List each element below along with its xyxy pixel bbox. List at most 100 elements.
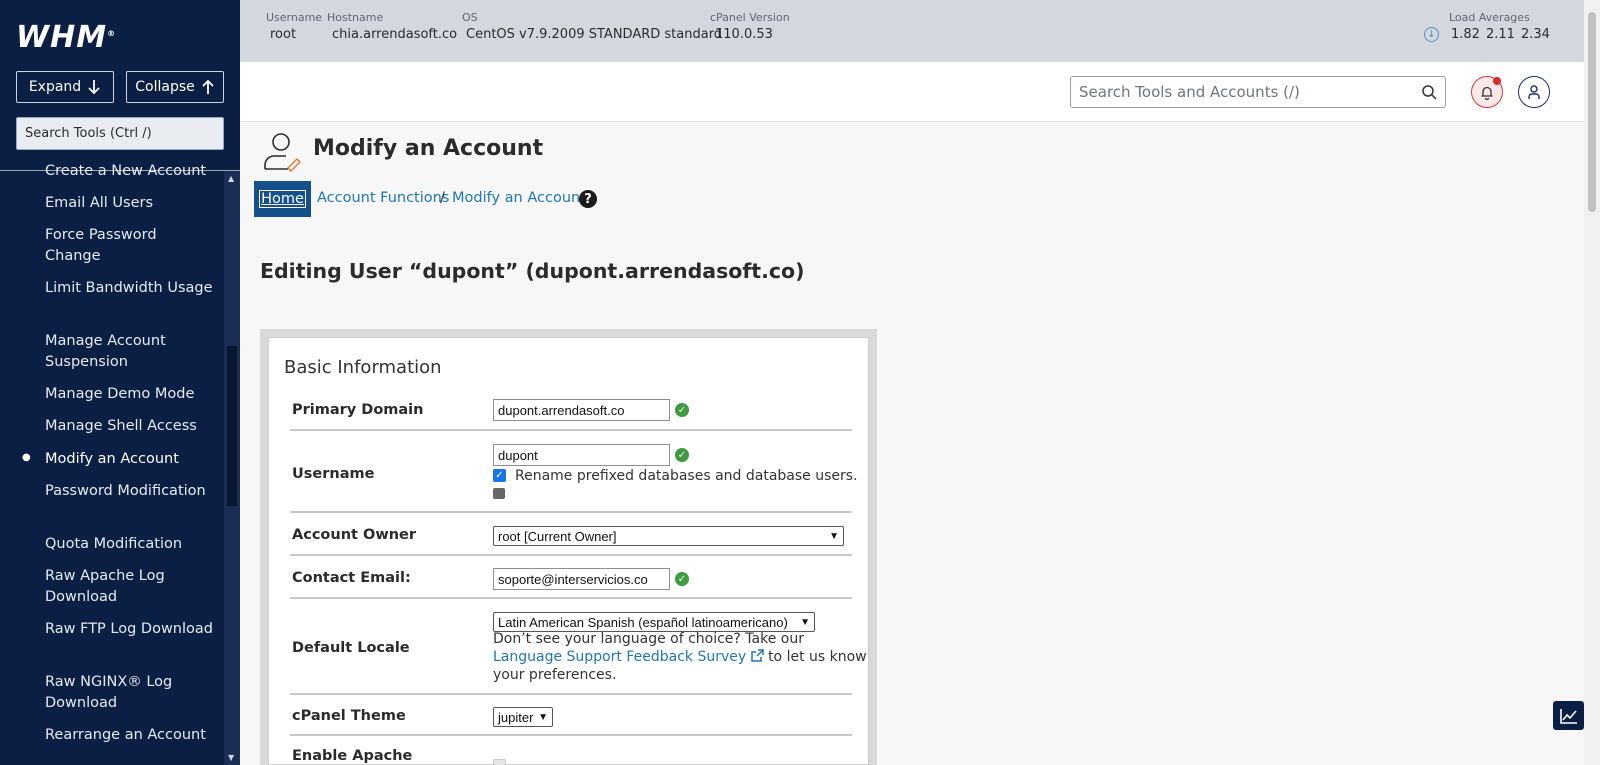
username-label: Username bbox=[292, 466, 375, 482]
sidebar-item-email-all-users[interactable]: Email All Users bbox=[45, 193, 215, 214]
username-value: root bbox=[270, 27, 297, 42]
sidebar-scrollbar[interactable]: ▲ ▼ bbox=[224, 171, 240, 765]
locale-note-line-1: Don’t see your language of choice? Take … bbox=[493, 631, 804, 647]
sidebar-item-raw-apache-log[interactable]: Raw Apache Log Download bbox=[45, 566, 215, 608]
locale-note-line-2: Language Support Feedback Survey to let … bbox=[493, 649, 867, 665]
sidebar-scroll-thumb[interactable] bbox=[227, 346, 237, 506]
page-scrollbar[interactable] bbox=[1584, 0, 1600, 765]
sidebar-item-rearrange-account[interactable]: Rearrange an Account bbox=[45, 725, 215, 746]
chevron-down-icon: ▼ bbox=[829, 530, 839, 542]
load-average-5: 2.11 bbox=[1486, 27, 1515, 42]
primary-domain-label: Primary Domain bbox=[292, 402, 424, 418]
default-locale-select[interactable]: Latin American Spanish (español latinoam… bbox=[493, 612, 815, 632]
row-divider bbox=[290, 734, 852, 736]
sidebar: WHM® Expand Collapse Search Tools (Ctrl … bbox=[0, 0, 240, 765]
contact-email-label: Contact Email: bbox=[292, 570, 411, 586]
username-input[interactable]: dupont bbox=[493, 444, 670, 466]
sidebar-item-raw-ftp-log[interactable]: Raw FTP Log Download bbox=[45, 619, 215, 640]
default-locale-selected: Latin American Spanish (español latinoam… bbox=[498, 614, 788, 630]
modify-account-icon bbox=[264, 133, 301, 172]
valid-check-icon: ✓ bbox=[675, 572, 689, 586]
search-icon[interactable] bbox=[1421, 84, 1437, 100]
locale-note-line-3: your preferences. bbox=[493, 667, 617, 683]
sidebar-item-manage-demo-mode[interactable]: Manage Demo Mode bbox=[45, 384, 215, 405]
os-value: CentOS v7.9.2009 STANDARD standard bbox=[466, 27, 723, 42]
load-averages-label: Load Averages bbox=[1449, 11, 1530, 24]
user-icon bbox=[1528, 85, 1540, 99]
row-divider bbox=[290, 597, 852, 599]
sidebar-item-raw-nginx-log[interactable]: Raw NGINX® Log Download bbox=[45, 672, 215, 714]
load-average-15: 2.34 bbox=[1521, 27, 1550, 42]
whm-logo[interactable]: WHM® bbox=[16, 20, 116, 55]
scroll-up-icon[interactable]: ▲ bbox=[228, 174, 234, 183]
valid-check-icon: ✓ bbox=[675, 403, 689, 417]
expand-button[interactable]: Expand bbox=[16, 71, 114, 103]
account-owner-select[interactable]: root [Current Owner] ▼ bbox=[493, 526, 844, 546]
os-label: OS bbox=[462, 11, 478, 24]
cpanel-version-value: 110.0.53 bbox=[715, 27, 773, 42]
language-survey-link[interactable]: Language Support Feedback Survey bbox=[493, 649, 746, 665]
global-search-input[interactable]: Search Tools and Accounts (/) bbox=[1070, 76, 1446, 108]
sidebar-item-limit-bandwidth[interactable]: Limit Bandwidth Usage bbox=[45, 278, 215, 299]
help-icon[interactable]: ? bbox=[579, 190, 597, 208]
breadcrumb-current[interactable]: Modify an Account bbox=[452, 190, 586, 206]
page-scroll-thumb[interactable] bbox=[1588, 12, 1596, 212]
notification-badge bbox=[1493, 77, 1501, 85]
sidebar-item-quota-modification[interactable]: Quota Modification bbox=[45, 534, 215, 555]
breadcrumb-home-link[interactable]: Home bbox=[254, 181, 311, 217]
breadcrumb-account-functions-link[interactable]: Account Functions bbox=[317, 190, 449, 206]
tag-icon[interactable] bbox=[493, 488, 505, 499]
row-divider bbox=[290, 429, 852, 431]
chart-line-icon bbox=[1559, 708, 1577, 724]
row-divider bbox=[290, 693, 852, 695]
account-owner-selected: root [Current Owner] bbox=[498, 528, 617, 544]
notifications-button[interactable] bbox=[1471, 76, 1503, 108]
sidebar-item-modify-account[interactable]: Modify an Account bbox=[45, 449, 215, 470]
cpanel-theme-label: cPanel Theme bbox=[292, 708, 406, 724]
scroll-down-icon[interactable]: ▼ bbox=[228, 753, 234, 762]
cpanel-theme-select[interactable]: jupiter ▼ bbox=[493, 707, 553, 727]
server-status-bar: Username root Hostname chia.arrendasoft.… bbox=[240, 0, 1584, 62]
collapse-label: Collapse bbox=[135, 79, 195, 95]
bell-icon bbox=[1481, 86, 1493, 100]
chevron-down-icon: ▼ bbox=[800, 616, 810, 628]
valid-check-icon: ✓ bbox=[675, 448, 689, 462]
sidebar-divider bbox=[0, 170, 240, 171]
sidebar-nav-list: Create a New Account Email All Users For… bbox=[0, 160, 224, 765]
stats-graph-button[interactable] bbox=[1553, 701, 1584, 730]
external-link-icon[interactable] bbox=[750, 649, 764, 662]
row-divider bbox=[290, 511, 852, 513]
breadcrumb-separator: / bbox=[440, 190, 445, 206]
sidebar-item-manage-suspension[interactable]: Manage Account Suspension bbox=[45, 331, 215, 373]
collapse-button[interactable]: Collapse bbox=[126, 71, 224, 103]
arrow-down-icon bbox=[88, 80, 100, 95]
sidebar-item-password-modification[interactable]: Password Modification bbox=[45, 481, 215, 502]
page-title: Modify an Account bbox=[313, 136, 544, 161]
enable-apache-label: Enable Apache bbox=[292, 748, 413, 764]
sidebar-item-manage-shell-access[interactable]: Manage Shell Access bbox=[45, 416, 215, 437]
sidebar-item-create-account[interactable]: Create a New Account bbox=[45, 161, 215, 182]
rename-databases-label: Rename prefixed databases and database u… bbox=[515, 468, 858, 484]
primary-domain-input[interactable]: dupont.arrendasoft.co bbox=[493, 399, 670, 421]
sidebar-search-input[interactable]: Search Tools (Ctrl /) bbox=[16, 117, 224, 150]
rename-databases-checkbox[interactable]: ✓ bbox=[493, 469, 506, 482]
cpanel-theme-selected: jupiter bbox=[498, 709, 534, 725]
arrow-up-icon bbox=[202, 79, 214, 94]
chevron-down-icon: ▼ bbox=[538, 711, 548, 723]
username-label: Username bbox=[266, 11, 323, 24]
page-header: Search Tools and Accounts (/) bbox=[240, 62, 1584, 122]
account-owner-label: Account Owner bbox=[292, 527, 417, 543]
load-average-1: 1.82 bbox=[1451, 27, 1480, 42]
enable-apache-checkbox[interactable] bbox=[493, 759, 506, 765]
default-locale-label: Default Locale bbox=[292, 640, 410, 656]
cpanel-version-label: cPanel Version bbox=[710, 11, 790, 24]
editing-user-heading: Editing User “dupont” (dupont.arrendasof… bbox=[260, 259, 805, 283]
user-menu-button[interactable] bbox=[1518, 76, 1550, 108]
expand-label: Expand bbox=[28, 79, 82, 95]
sidebar-item-force-password-change[interactable]: Force Password Change bbox=[45, 225, 215, 267]
global-search-placeholder: Search Tools and Accounts (/) bbox=[1079, 83, 1300, 101]
hostname-value: chia.arrendasoft.co bbox=[332, 27, 458, 42]
row-divider bbox=[290, 554, 852, 556]
contact-email-input[interactable]: soporte@interservicios.co bbox=[493, 568, 670, 590]
hostname-label: Hostname bbox=[327, 11, 384, 24]
